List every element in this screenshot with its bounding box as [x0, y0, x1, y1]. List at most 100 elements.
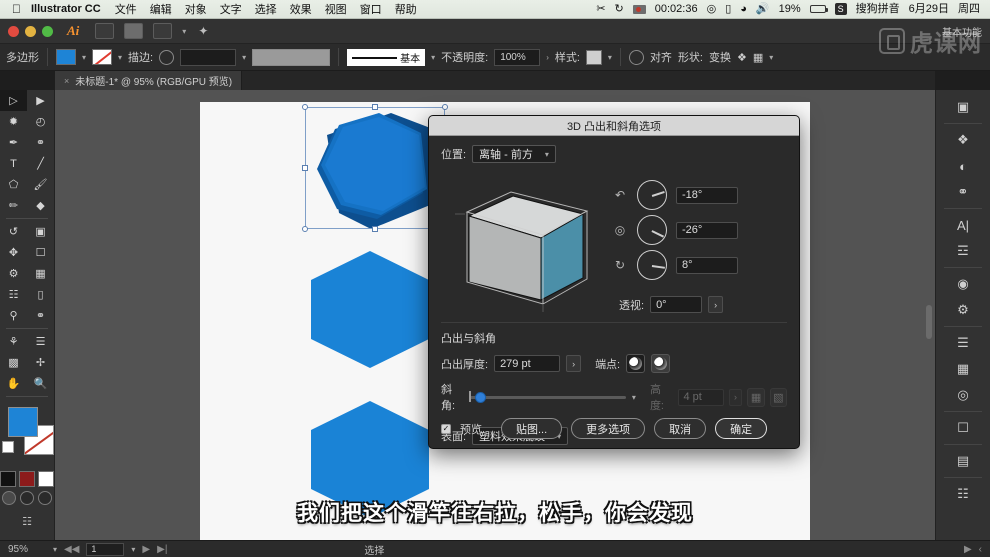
perspective-grid-tool[interactable]: ▦: [27, 263, 54, 284]
mesh-tool[interactable]: ☷: [0, 284, 27, 305]
artboard-nav-last[interactable]: ▶|: [157, 544, 167, 555]
artboard-number-field[interactable]: 1: [86, 542, 125, 556]
ok-button[interactable]: 确定: [715, 418, 768, 439]
paintbrush-tool[interactable]: 🖌: [27, 174, 54, 195]
close-window-button[interactable]: [8, 25, 19, 37]
z-rotation-dial[interactable]: [637, 250, 667, 280]
shape-builder-tool[interactable]: ⚙: [0, 263, 27, 284]
select-similar-chevron-down-icon[interactable]: ▾: [769, 53, 773, 62]
chevron-down-icon[interactable]: ▾: [182, 27, 186, 36]
height-field[interactable]: 4 pt: [677, 388, 724, 406]
default-fill-stroke-icon[interactable]: [2, 441, 14, 453]
sync-icon[interactable]: ↻: [615, 3, 624, 15]
maximize-window-button[interactable]: [42, 25, 53, 37]
pen-tool[interactable]: ✒: [0, 132, 27, 153]
apple-icon[interactable]: : [12, 3, 21, 15]
canvas-scrollbar[interactable]: [926, 305, 932, 339]
selection-handle[interactable]: [442, 104, 448, 110]
transform-panel-icon[interactable]: ▦: [946, 356, 980, 382]
line-segment-tool[interactable]: ╱: [27, 153, 54, 174]
lasso-tool[interactable]: ◴: [27, 111, 54, 132]
menu-item-effect[interactable]: 效果: [290, 1, 312, 17]
document-tab[interactable]: × 未标题-1* @ 95% (RGB/GPU 预览): [55, 71, 243, 90]
menubar-app-name[interactable]: Illustrator CC: [31, 3, 101, 15]
menu-item-type[interactable]: 文字: [220, 1, 242, 17]
z-rotation-field[interactable]: 8°: [676, 256, 738, 274]
gradient-swatch-button[interactable]: [19, 471, 35, 487]
preview-checkbox[interactable]: ✓: [441, 423, 451, 434]
position-dropdown[interactable]: 离轴 - 前方 ▾: [472, 145, 556, 163]
selection-bounding-box[interactable]: [302, 104, 448, 232]
status-resize-icon[interactable]: ‹: [979, 544, 982, 555]
perspective-field[interactable]: 0°: [650, 296, 703, 313]
extrude-depth-stepper[interactable]: ›: [566, 355, 582, 372]
menu-item-help[interactable]: 帮助: [395, 1, 417, 17]
map-art-button[interactable]: 贴图...: [501, 418, 563, 439]
bevel-chevron-down-icon[interactable]: ▾: [632, 393, 636, 402]
libraries-panel-icon[interactable]: ❖: [946, 127, 980, 153]
hand-tool[interactable]: ✋: [0, 373, 27, 394]
recolor-artwork-icon[interactable]: [628, 49, 644, 65]
input-method-badge[interactable]: S: [834, 3, 847, 15]
3d-extrude-bevel-options-dialog[interactable]: 3D 凸出和斜角选项 位置: 离轴 - 前方 ▾ ↶ -18° ◎ -26° ↻…: [428, 115, 800, 449]
graphic-styles-panel-icon[interactable]: ⚙: [946, 297, 980, 323]
artboard-nav-next[interactable]: ▶: [142, 544, 150, 555]
fill-color-swatch[interactable]: [8, 407, 38, 437]
stroke-weight-chevron-down-icon[interactable]: ▾: [242, 53, 246, 62]
shaper-tool[interactable]: ◆: [27, 195, 54, 216]
y-rotation-field[interactable]: -26°: [676, 221, 738, 239]
status-expand-icon[interactable]: ▶: [964, 544, 972, 555]
pencil-tool[interactable]: ✏: [0, 195, 27, 216]
selection-handle[interactable]: [372, 104, 378, 110]
window-traffic-lights[interactable]: [8, 25, 53, 37]
zoom-chevron-down-icon[interactable]: ▾: [53, 545, 57, 554]
bridge-button[interactable]: [95, 23, 115, 39]
align-panel-icon[interactable]: ☰: [946, 330, 980, 356]
width-tool[interactable]: ✥: [0, 242, 27, 263]
layers-panel-icon[interactable]: ▣: [946, 94, 980, 120]
isolate-selected-icon[interactable]: ❖: [737, 51, 747, 64]
opacity-field[interactable]: 100%: [494, 48, 541, 66]
color-swatch-button[interactable]: [0, 471, 16, 487]
stroke-swatch[interactable]: [92, 49, 113, 65]
stroke-chevron-down-icon[interactable]: ▾: [118, 53, 122, 62]
selection-handle[interactable]: [372, 226, 378, 232]
volume-icon[interactable]: 🔊: [756, 3, 770, 15]
menu-item-select[interactable]: 选择: [255, 1, 277, 17]
cap-solid-button[interactable]: [626, 354, 646, 373]
zoom-tool[interactable]: 🔍: [27, 373, 54, 394]
menu-item-object[interactable]: 对象: [185, 1, 207, 17]
stroke-profile-dropdown[interactable]: 基本: [347, 48, 426, 66]
direct-selection-tool[interactable]: ▶: [27, 90, 54, 111]
scissors-icon[interactable]: ✂: [596, 3, 605, 15]
gradient-tool[interactable]: ▯: [27, 284, 54, 305]
menu-item-edit[interactable]: 编辑: [150, 1, 172, 17]
rotate-y-icon[interactable]: ◎: [612, 222, 628, 238]
type-tool[interactable]: T: [0, 153, 27, 174]
stroke-weight-field[interactable]: [180, 48, 237, 66]
menu-item-file[interactable]: 文件: [115, 1, 137, 17]
menu-item-window[interactable]: 窗口: [360, 1, 382, 17]
style-chevron-down-icon[interactable]: ▾: [608, 53, 612, 62]
selection-tool[interactable]: ▷: [0, 90, 27, 111]
rotate-tool[interactable]: ↺: [0, 221, 27, 242]
select-similar-icon[interactable]: ▦: [753, 51, 763, 64]
bevel-slider[interactable]: [468, 390, 626, 404]
minimize-window-button[interactable]: [25, 25, 36, 37]
bevel-extent-out-button[interactable]: ▦: [747, 387, 765, 407]
free-transform-tool[interactable]: ☐: [27, 242, 54, 263]
input-method-label[interactable]: 搜狗拼音: [856, 3, 900, 15]
paragraph-panel-icon[interactable]: ☲: [946, 238, 980, 264]
brushes-panel-icon[interactable]: ◐: [946, 153, 980, 179]
menu-item-view[interactable]: 视图: [325, 1, 347, 17]
opacity-chevron-right-icon[interactable]: ›: [546, 53, 549, 62]
stroke-style-field[interactable]: [252, 48, 331, 66]
character-panel-icon[interactable]: A|: [946, 212, 980, 238]
close-icon[interactable]: ×: [64, 76, 69, 86]
perspective-stepper[interactable]: ›: [708, 296, 724, 313]
appearance-panel-icon[interactable]: ◉: [946, 271, 980, 297]
none-swatch-button[interactable]: [38, 471, 54, 487]
stock-button[interactable]: [124, 23, 144, 39]
artboard-tool[interactable]: ▩: [0, 352, 27, 373]
battery-charging-icon[interactable]: [809, 5, 828, 13]
